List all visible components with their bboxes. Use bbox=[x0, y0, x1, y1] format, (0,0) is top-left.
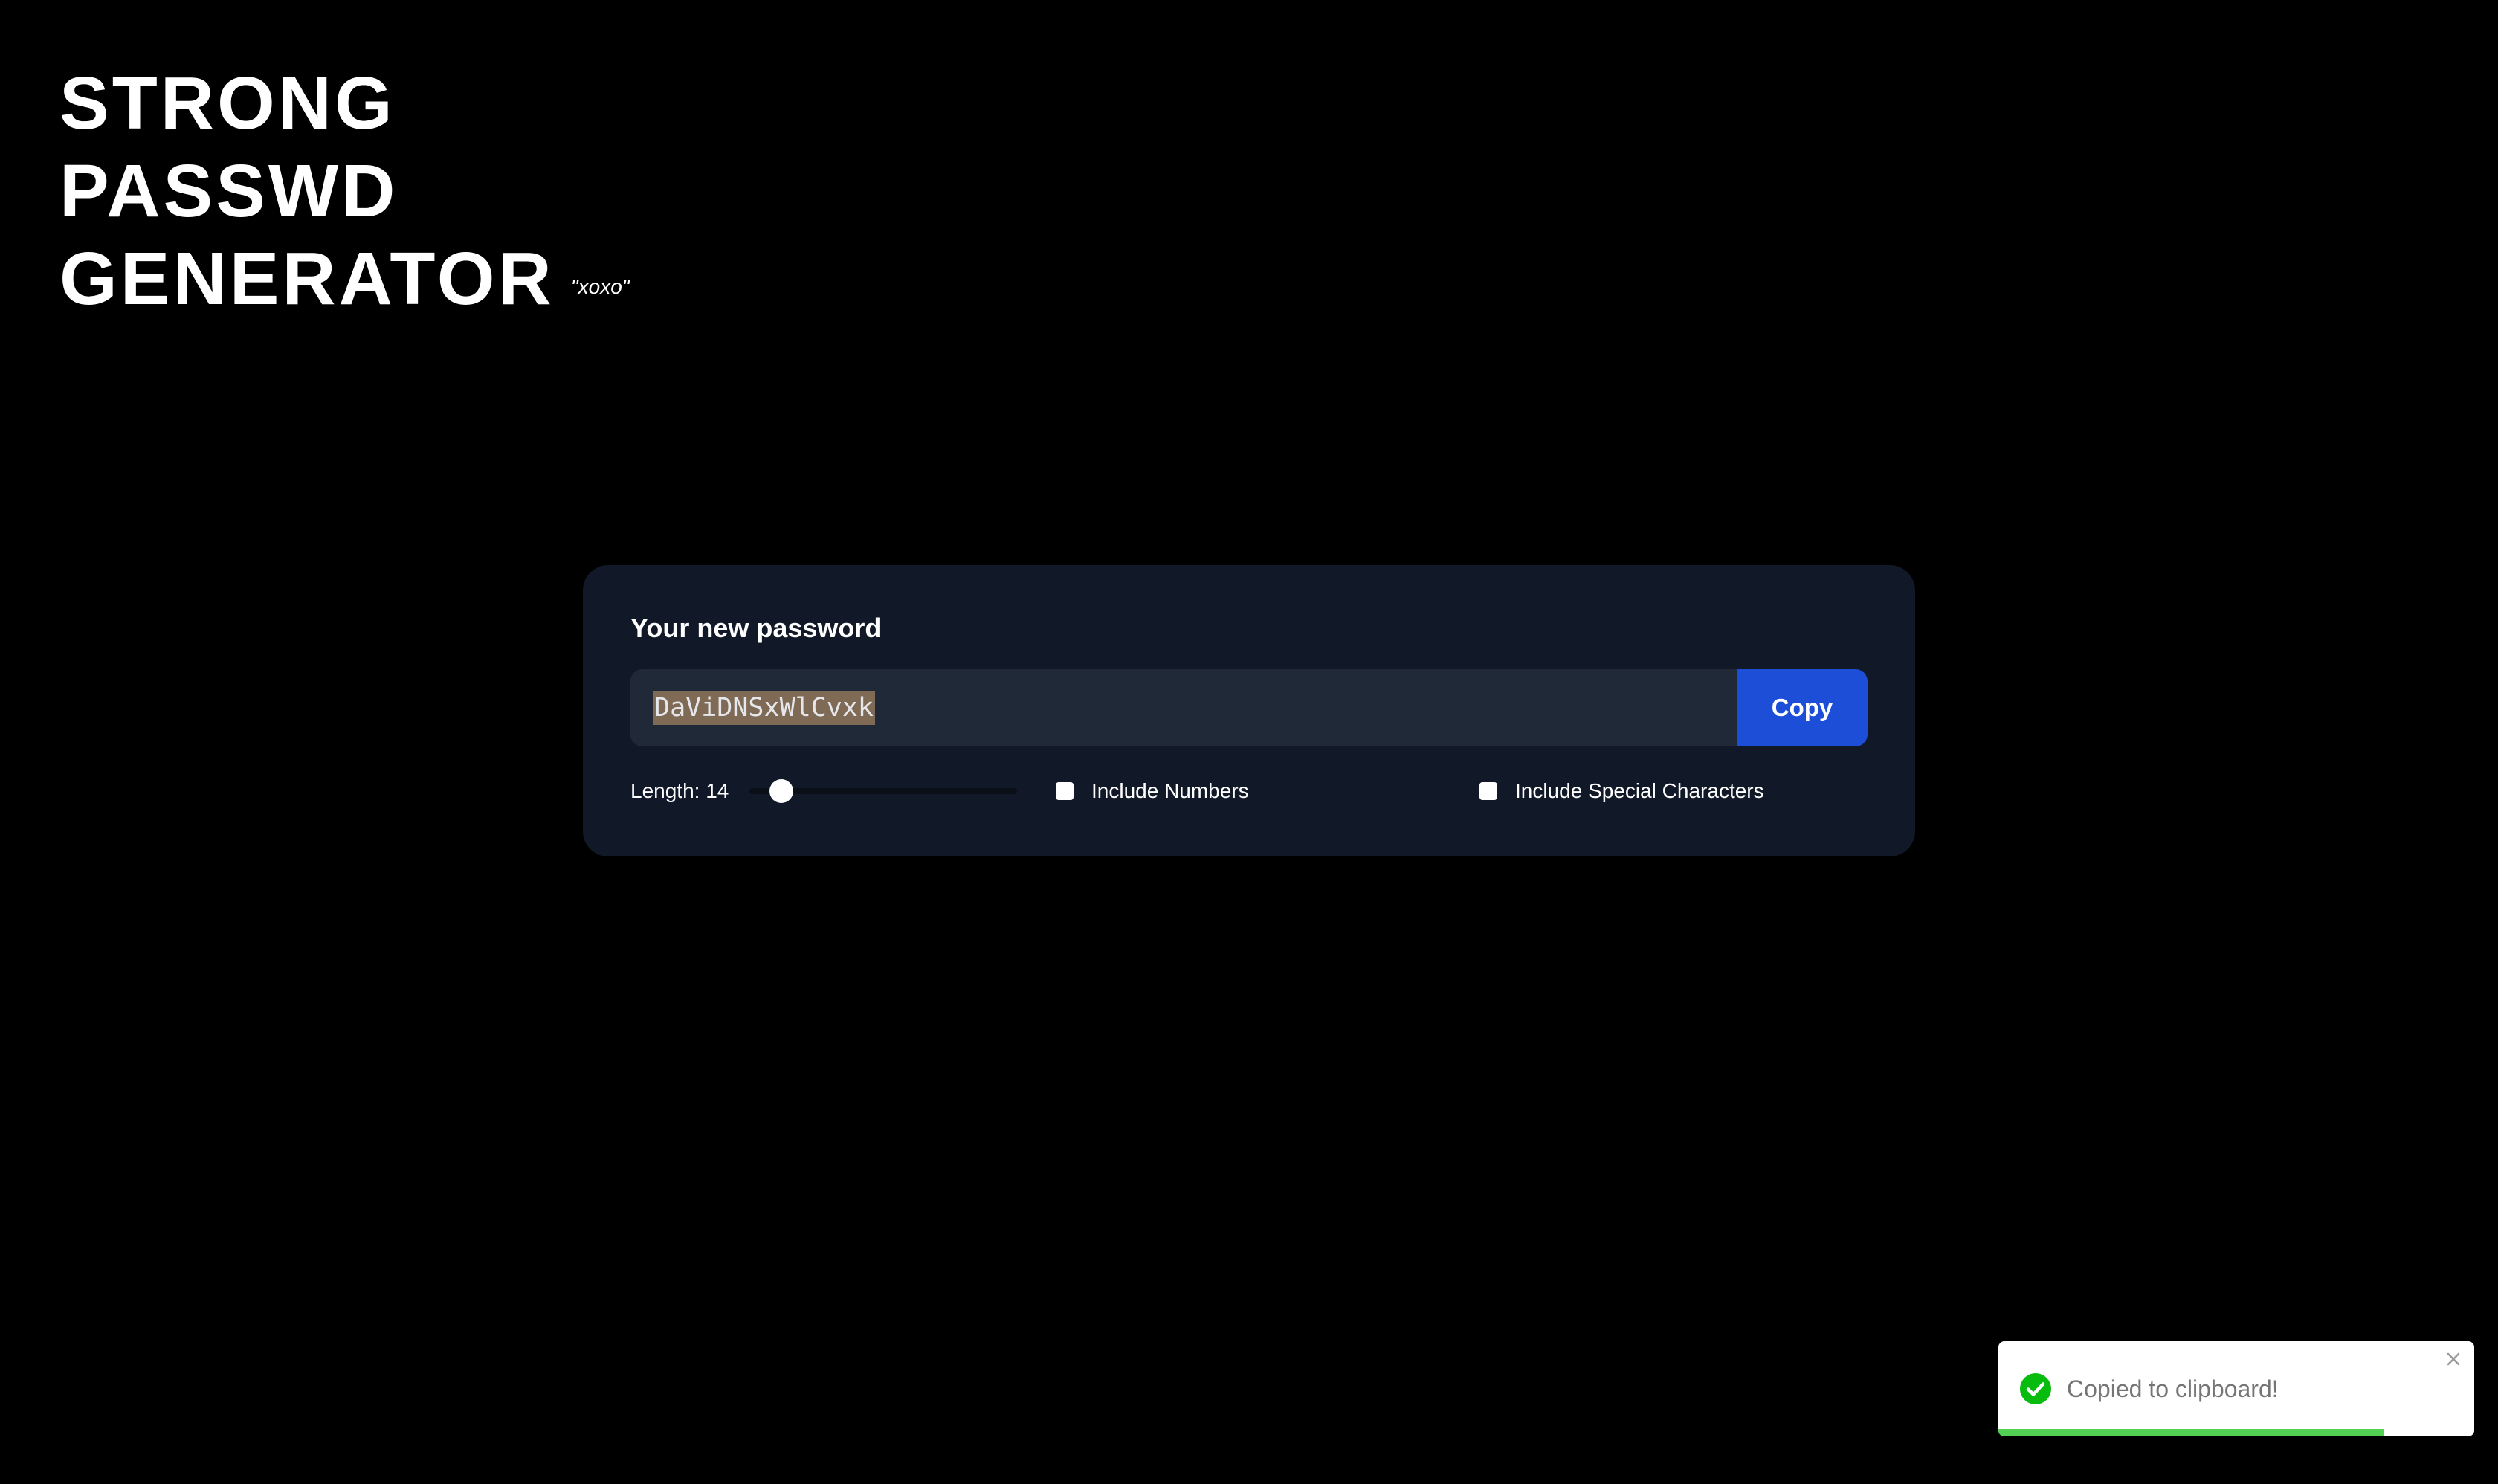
title-line-2: PASSWD bbox=[59, 149, 398, 233]
password-card: Your new password DaViDNSxWlCvxk Copy Le… bbox=[583, 565, 1915, 856]
include-special-checkbox[interactable] bbox=[1479, 782, 1497, 800]
length-slider[interactable] bbox=[749, 779, 1017, 803]
toast-message: Copied to clipboard! bbox=[2067, 1375, 2279, 1402]
tagline: "xoxo" bbox=[570, 275, 630, 298]
include-numbers-option[interactable]: Include Numbers bbox=[1056, 779, 1249, 803]
options-row: Length: 14 Include Numbers Include Speci… bbox=[630, 769, 1868, 813]
include-special-option[interactable]: Include Special Characters bbox=[1479, 779, 1764, 803]
length-label: Length: 14 bbox=[630, 779, 729, 802]
password-value[interactable]: DaViDNSxWlCvxk bbox=[653, 691, 876, 725]
include-numbers-label[interactable]: Include Numbers bbox=[1091, 779, 1249, 803]
include-numbers-checkbox[interactable] bbox=[1056, 782, 1074, 800]
card-heading: Your new password bbox=[630, 613, 882, 643]
title-line-3-text: GENERATOR bbox=[59, 237, 555, 320]
title-line-3: GENERATOR "xoxo" bbox=[59, 235, 654, 331]
close-icon[interactable] bbox=[2443, 1349, 2464, 1370]
slider-thumb[interactable] bbox=[769, 779, 794, 803]
password-row: DaViDNSxWlCvxk Copy bbox=[630, 669, 1868, 746]
toast-progress-bar bbox=[1998, 1429, 2384, 1436]
password-field[interactable]: DaViDNSxWlCvxk bbox=[630, 669, 1737, 746]
copy-button[interactable]: Copy bbox=[1737, 669, 1868, 746]
app-title: STRONG PASSWD GENERATOR "xoxo" bbox=[59, 59, 654, 331]
toast-notification[interactable]: Copied to clipboard! bbox=[1998, 1341, 2474, 1436]
title-line-1: STRONG bbox=[59, 62, 396, 145]
include-special-label[interactable]: Include Special Characters bbox=[1515, 779, 1764, 803]
check-circle-icon bbox=[2019, 1372, 2052, 1405]
